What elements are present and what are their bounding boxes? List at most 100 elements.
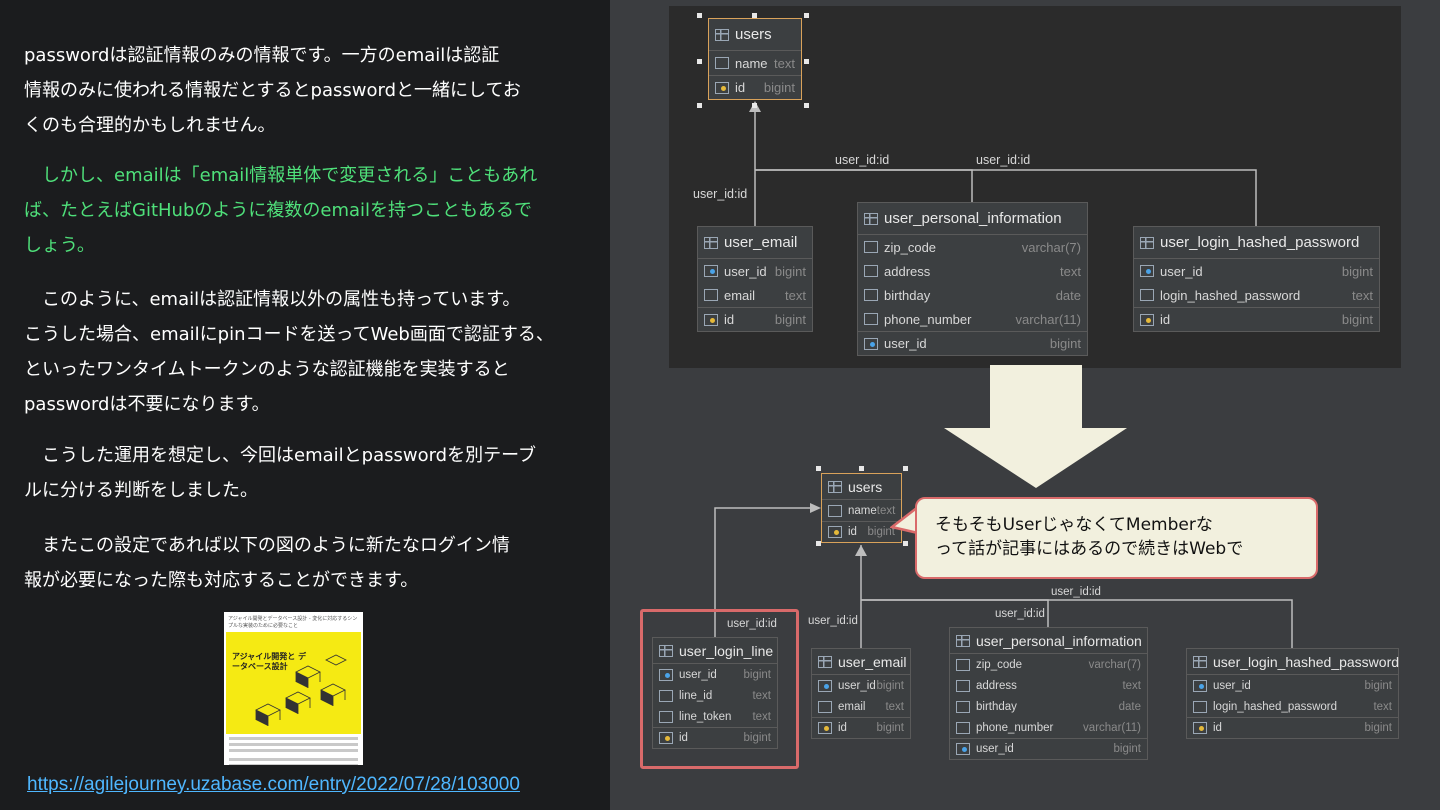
selection-handle[interactable] xyxy=(804,59,809,64)
column-icon xyxy=(864,289,878,301)
primary-key-icon xyxy=(715,81,729,94)
column-type: bigint xyxy=(1049,336,1081,351)
foreign-key-icon xyxy=(1193,679,1207,692)
column-icon xyxy=(956,658,970,671)
column-name: id xyxy=(735,80,746,95)
table-title: user_personal_information xyxy=(976,632,1142,649)
primary-key-icon xyxy=(1140,313,1154,326)
column-name: id xyxy=(848,526,857,538)
column-icon xyxy=(1140,289,1154,301)
selection-handle[interactable] xyxy=(804,103,809,108)
down-arrow-icon xyxy=(944,365,1127,488)
new-table-highlight-box xyxy=(640,609,799,769)
column-type: varchar(11) xyxy=(1083,721,1141,734)
bubble-line: そもそもUserじゃなくてMemberな xyxy=(935,515,1213,535)
column-icon xyxy=(956,700,970,713)
column-type: bigint xyxy=(876,679,905,692)
table-user-personal-information[interactable]: user_personal_information zip_code varcha… xyxy=(949,627,1148,760)
column-type: date xyxy=(1118,700,1141,713)
column-name: birthday xyxy=(884,287,931,303)
table-title: user_personal_information xyxy=(884,210,1062,227)
foreign-key-icon xyxy=(704,265,718,277)
column-name: user_id xyxy=(884,336,927,351)
column-name: login_hashed_password xyxy=(1160,287,1301,303)
column-name: user_id xyxy=(838,679,876,692)
table-icon xyxy=(715,28,729,41)
foreign-key-icon xyxy=(956,743,970,755)
column-type: bigint xyxy=(1341,263,1373,279)
table-title: user_login_hashed_password xyxy=(1213,653,1400,670)
column-type: date xyxy=(1055,287,1081,303)
column-icon xyxy=(956,721,970,734)
table-users[interactable]: users name text id bigint xyxy=(708,18,802,100)
table-title: user_email xyxy=(724,234,798,251)
selection-handle[interactable] xyxy=(752,103,757,108)
selection-handle[interactable] xyxy=(859,466,864,471)
column-name: id xyxy=(1213,722,1222,734)
column-type: text xyxy=(774,55,795,71)
table-icon xyxy=(828,480,842,493)
column-type: text xyxy=(1122,679,1141,692)
column-name: user_id xyxy=(1213,679,1251,692)
relation-label: user_id:id xyxy=(808,615,858,627)
selection-handle[interactable] xyxy=(697,103,702,108)
column-name: zip_code xyxy=(884,239,937,255)
primary-key-icon xyxy=(1193,722,1207,734)
table-user-email[interactable]: user_email user_id bigint email text id big… xyxy=(811,648,911,739)
column-type: text xyxy=(885,700,904,713)
table-icon xyxy=(956,634,970,647)
column-name: email xyxy=(724,287,756,303)
column-name: address xyxy=(976,679,1017,692)
column-type: bigint xyxy=(763,80,795,95)
column-name: id xyxy=(838,722,847,734)
column-icon xyxy=(864,313,878,325)
column-type: bigint xyxy=(1341,312,1373,327)
column-type: bigint xyxy=(1113,743,1142,755)
column-type: text xyxy=(785,287,806,303)
column-type: bigint xyxy=(1364,679,1393,692)
column-type: text xyxy=(1373,700,1392,713)
column-name: phone_number xyxy=(976,721,1054,734)
column-name: id xyxy=(1160,312,1171,327)
column-type: bigint xyxy=(1364,722,1393,734)
column-type: varchar(11) xyxy=(1015,311,1081,327)
table-title: user_login_hashed_password xyxy=(1160,234,1360,251)
column-type: bigint xyxy=(876,722,905,734)
primary-key-icon xyxy=(704,313,718,326)
table-title: users xyxy=(848,478,883,495)
column-name: user_id xyxy=(976,743,1014,755)
speech-bubble: そもそもUserじゃなくてMemberな って話が記事にはあるので続きはWebで xyxy=(915,497,1318,579)
selection-handle[interactable] xyxy=(816,541,821,546)
selection-handle[interactable] xyxy=(697,59,702,64)
column-name: user_id xyxy=(724,263,767,279)
column-name: login_hashed_password xyxy=(1213,700,1338,713)
column-name: name xyxy=(735,55,768,71)
bubble-line: って話が記事にはあるので続きはWebで xyxy=(935,539,1244,559)
table-user-personal-information[interactable]: user_personal_information zip_codevarcha… xyxy=(857,202,1088,356)
column-type: bigint xyxy=(774,263,806,279)
relation-label: user_id:id xyxy=(835,153,890,167)
table-user-login-hashed-password[interactable]: user_login_hashed_password user_id bigint… xyxy=(1133,226,1380,332)
column-icon xyxy=(956,679,970,692)
selection-handle[interactable] xyxy=(816,466,821,471)
selection-handle[interactable] xyxy=(903,466,908,471)
primary-key-icon xyxy=(818,722,832,734)
table-icon xyxy=(1140,236,1154,249)
selection-handle[interactable] xyxy=(752,13,757,18)
table-icon xyxy=(704,236,718,249)
table-icon xyxy=(1193,655,1207,668)
column-icon xyxy=(704,289,718,301)
column-type: varchar(7) xyxy=(1088,658,1141,671)
selection-handle[interactable] xyxy=(903,541,908,546)
column-type: text xyxy=(1060,263,1081,279)
column-icon xyxy=(864,241,878,253)
table-user-email[interactable]: user_email user_id bigint email text id big… xyxy=(697,226,813,332)
column-icon xyxy=(1193,700,1207,713)
column-icon xyxy=(864,265,878,277)
column-name: phone_number xyxy=(884,311,972,327)
relation-label: user_id:id xyxy=(976,153,1031,167)
table-title: user_email xyxy=(838,653,907,670)
table-user-login-hashed-password[interactable]: user_login_hashed_password user_id bigint… xyxy=(1186,648,1399,739)
selection-handle[interactable] xyxy=(697,13,702,18)
selection-handle[interactable] xyxy=(804,13,809,18)
